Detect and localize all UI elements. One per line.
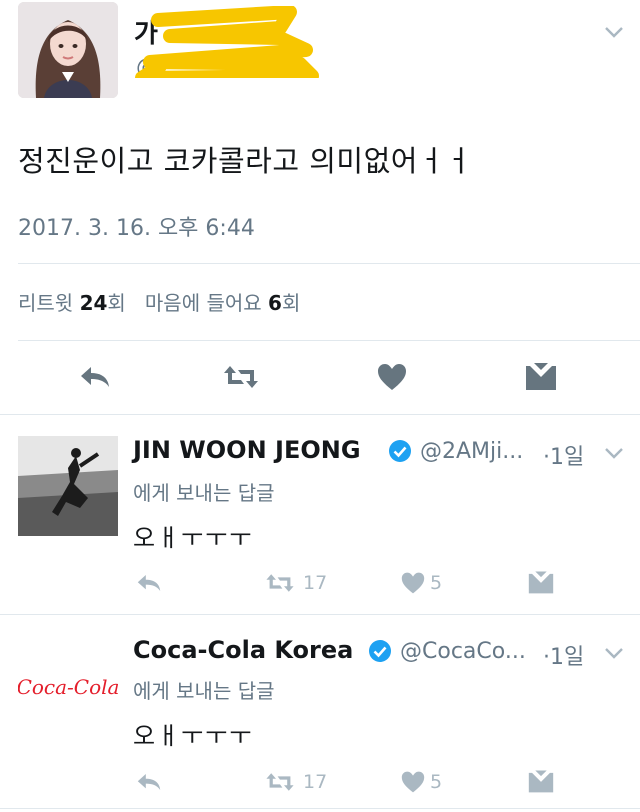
tweet-stats: 리트윗 24회 마음에 들어요 6회 bbox=[18, 287, 300, 316]
tweet-text: 정진운이고 코카콜라고 의미없어ㅓㅓ bbox=[18, 144, 473, 178]
heart-icon[interactable] bbox=[400, 770, 426, 798]
divider bbox=[18, 263, 640, 264]
retweet-icon[interactable] bbox=[264, 770, 296, 798]
reply-text: 오ㅐㅜㅜㅜ bbox=[133, 524, 254, 552]
author-avatar[interactable] bbox=[18, 2, 118, 98]
reply-time[interactable]: ·1일 bbox=[543, 639, 584, 671]
direct-message-icon[interactable] bbox=[524, 360, 558, 390]
like-unit: 회 bbox=[281, 291, 301, 315]
reply-avatar[interactable] bbox=[18, 436, 118, 536]
reply-text: 오ㅐㅜㅜㅜ bbox=[133, 722, 254, 750]
reply-avatar[interactable]: Coca-Cola bbox=[18, 636, 118, 736]
retweet-unit: 회 bbox=[107, 291, 126, 315]
retweet-icon[interactable] bbox=[264, 571, 296, 599]
reply-time[interactable]: ·1일 bbox=[543, 439, 584, 471]
heart-icon[interactable] bbox=[400, 571, 426, 599]
tweet-timestamp[interactable]: 2017. 3. 16. 오후 6:44 bbox=[18, 210, 255, 242]
reply-to-label: 에게 보내는 답글 bbox=[133, 679, 275, 703]
retweet-stat[interactable]: 리트윗 24회 bbox=[18, 291, 126, 315]
reply-author-name[interactable]: JIN WOON JEONG bbox=[133, 436, 361, 464]
divider bbox=[18, 340, 640, 341]
verified-badge-icon bbox=[388, 439, 412, 463]
retweet-count: 24 bbox=[79, 291, 108, 315]
reply-icon[interactable] bbox=[78, 362, 112, 392]
reply-icon[interactable] bbox=[135, 770, 163, 798]
coca-cola-logo: Coca-Cola bbox=[18, 675, 118, 699]
retweet-icon[interactable] bbox=[222, 362, 258, 392]
retweet-count: 17 bbox=[303, 771, 328, 793]
like-label: 마음에 들어요 bbox=[144, 291, 262, 315]
heart-icon[interactable] bbox=[376, 362, 410, 392]
chevron-down-icon[interactable] bbox=[604, 22, 624, 44]
retweet-label: 리트윗 bbox=[18, 291, 74, 315]
verified-badge-icon bbox=[368, 639, 392, 663]
reply-to-label: 에게 보내는 답글 bbox=[133, 481, 275, 505]
reply-author-handle[interactable]: @2AMji... bbox=[420, 439, 523, 464]
direct-message-icon[interactable] bbox=[527, 768, 555, 798]
like-stat[interactable]: 마음에 들어요 6회 bbox=[145, 291, 300, 315]
reply-author-handle[interactable]: @CocaCo... bbox=[400, 639, 526, 664]
like-count: 5 bbox=[430, 572, 443, 594]
chevron-down-icon[interactable] bbox=[604, 445, 624, 464]
direct-message-icon[interactable] bbox=[527, 569, 555, 599]
retweet-count: 17 bbox=[303, 572, 328, 594]
redacted-author-name: 가 @ bbox=[130, 5, 320, 85]
like-count: 5 bbox=[430, 771, 443, 793]
divider bbox=[0, 808, 640, 809]
reply-author-name[interactable]: Coca-Cola Korea bbox=[133, 636, 353, 664]
divider bbox=[0, 414, 640, 415]
reply-icon[interactable] bbox=[135, 571, 163, 599]
divider bbox=[0, 614, 640, 615]
like-count: 6 bbox=[268, 291, 282, 315]
chevron-down-icon[interactable] bbox=[604, 645, 624, 664]
